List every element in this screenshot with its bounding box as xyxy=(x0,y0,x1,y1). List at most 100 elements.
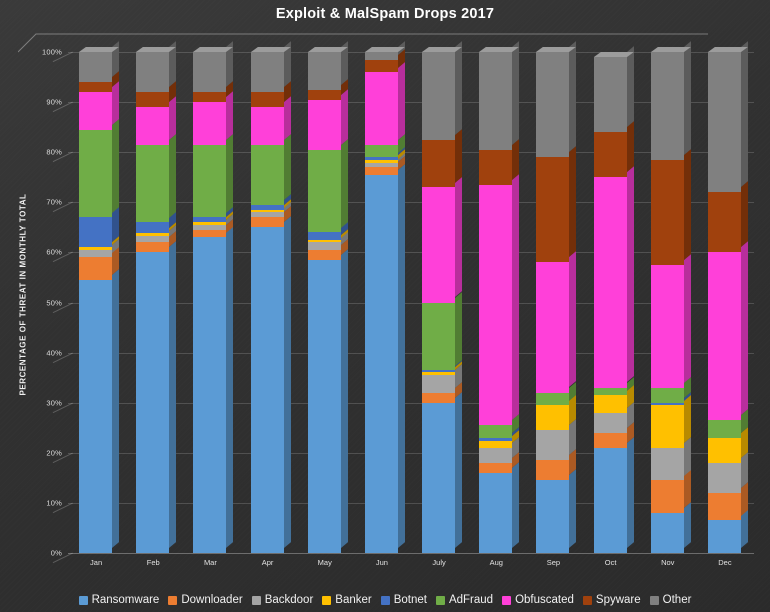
bar-segment-banker[interactable] xyxy=(536,394,577,431)
bar-segment-spyware[interactable] xyxy=(422,128,463,188)
bar-segment-botnet[interactable] xyxy=(250,193,291,210)
bar-segment-banker[interactable] xyxy=(479,429,520,448)
bar-segment-downloader[interactable] xyxy=(79,246,120,280)
bar-segment-botnet[interactable] xyxy=(364,146,405,160)
stacked-bar[interactable] xyxy=(250,41,291,553)
bar-segment-downloader[interactable] xyxy=(707,482,748,521)
bar-segment-ransomware[interactable] xyxy=(364,163,405,553)
bar-segment-banker[interactable] xyxy=(307,229,348,243)
stacked-bar[interactable] xyxy=(193,41,234,553)
bar-segment-downloader[interactable] xyxy=(650,469,691,513)
stacked-bar[interactable] xyxy=(79,41,120,553)
bar-segment-botnet[interactable] xyxy=(479,426,520,441)
bar-segment-spyware[interactable] xyxy=(593,121,634,178)
bar-segment-downloader[interactable] xyxy=(364,156,405,175)
bar-segment-other[interactable] xyxy=(593,46,634,133)
legend-item-other[interactable]: Other xyxy=(649,594,691,606)
bar-segment-other[interactable] xyxy=(479,41,520,150)
bar-segment-banker[interactable] xyxy=(422,361,463,376)
bar-segment-adfraud[interactable] xyxy=(79,118,120,218)
bar-group-dec[interactable]: Dec xyxy=(707,41,748,567)
bar-segment-botnet[interactable] xyxy=(650,391,691,406)
bar-group-jun[interactable]: Jun xyxy=(364,41,405,567)
bar-segment-adfraud[interactable] xyxy=(650,376,691,403)
stacked-bar[interactable] xyxy=(136,41,177,553)
bar-segment-other[interactable] xyxy=(307,41,348,90)
bar-group-apr[interactable]: Apr xyxy=(250,41,291,567)
bar-segment-botnet[interactable] xyxy=(79,206,120,248)
bar-segment-botnet[interactable] xyxy=(193,206,234,223)
bar-segment-banker[interactable] xyxy=(193,211,234,225)
bar-segment-obfuscated[interactable] xyxy=(364,61,405,145)
bar-segment-other[interactable] xyxy=(250,41,291,93)
bar-group-oct[interactable]: Oct xyxy=(593,46,634,567)
bar-segment-downloader[interactable] xyxy=(422,381,463,403)
bar-segment-botnet[interactable] xyxy=(422,359,463,373)
bar-segment-banker[interactable] xyxy=(364,148,405,164)
stacked-bar[interactable] xyxy=(536,41,577,553)
bar-segment-banker[interactable] xyxy=(593,384,634,413)
bar-segment-adfraud[interactable] xyxy=(479,414,520,438)
bar-segment-obfuscated[interactable] xyxy=(79,81,120,130)
legend-item-downloader[interactable]: Downloader xyxy=(168,594,243,606)
bar-segment-backdoor[interactable] xyxy=(136,225,177,243)
bar-segment-ransomware[interactable] xyxy=(650,502,691,553)
bar-segment-obfuscated[interactable] xyxy=(307,88,348,150)
bar-segment-ransomware[interactable] xyxy=(136,241,177,553)
bar-segment-backdoor[interactable] xyxy=(250,201,291,218)
bar-segment-other[interactable] xyxy=(707,41,748,193)
bar-segment-adfraud[interactable] xyxy=(422,291,463,371)
bar-group-july[interactable]: July xyxy=(422,41,463,567)
bar-segment-adfraud[interactable] xyxy=(364,133,405,158)
stacked-bar[interactable] xyxy=(650,41,691,553)
bar-group-nov[interactable]: Nov xyxy=(650,41,691,567)
legend-item-ransomware[interactable]: Ransomware xyxy=(78,594,159,606)
bar-segment-ransomware[interactable] xyxy=(193,226,234,553)
bar-segment-banker[interactable] xyxy=(136,222,177,237)
bar-group-feb[interactable]: Feb xyxy=(136,41,177,567)
bar-segment-backdoor[interactable] xyxy=(536,419,577,461)
bar-segment-banker[interactable] xyxy=(79,236,120,250)
bar-group-sep[interactable]: Sep xyxy=(536,41,577,567)
bar-segment-ransomware[interactable] xyxy=(422,391,463,553)
bar-segment-other[interactable] xyxy=(136,41,177,93)
bar-segment-downloader[interactable] xyxy=(250,206,291,228)
bar-segment-spyware[interactable] xyxy=(250,81,291,108)
stacked-bar[interactable] xyxy=(364,41,405,553)
stacked-bar[interactable] xyxy=(707,41,748,553)
stacked-bar[interactable] xyxy=(422,41,463,553)
bar-segment-ransomware[interactable] xyxy=(250,216,291,553)
bar-segment-downloader[interactable] xyxy=(593,421,634,448)
stacked-bar[interactable] xyxy=(479,41,520,553)
bar-segment-obfuscated[interactable] xyxy=(136,96,177,145)
legend-item-obfuscated[interactable]: Obfuscated xyxy=(502,594,574,606)
bar-segment-botnet[interactable] xyxy=(136,211,177,234)
bar-group-mar[interactable]: Mar xyxy=(193,41,234,567)
bar-segment-banker[interactable] xyxy=(250,198,291,213)
bar-segment-adfraud[interactable] xyxy=(136,133,177,223)
bar-segment-botnet[interactable] xyxy=(307,221,348,240)
bar-segment-obfuscated[interactable] xyxy=(422,176,463,303)
bar-segment-spyware[interactable] xyxy=(650,148,691,265)
bar-group-may[interactable]: May xyxy=(307,41,348,567)
bar-segment-adfraud[interactable] xyxy=(250,133,291,205)
bar-segment-other[interactable] xyxy=(422,41,463,140)
bar-segment-ransomware[interactable] xyxy=(307,249,348,553)
bar-segment-obfuscated[interactable] xyxy=(650,254,691,388)
bar-segment-other[interactable] xyxy=(79,41,120,83)
legend-item-adfraud[interactable]: AdFraud xyxy=(435,594,493,606)
bar-segment-backdoor[interactable] xyxy=(307,231,348,250)
bar-group-aug[interactable]: Aug xyxy=(479,41,520,567)
bar-segment-ransomware[interactable] xyxy=(479,461,520,553)
bar-segment-adfraud[interactable] xyxy=(593,376,634,396)
bar-segment-downloader[interactable] xyxy=(136,231,177,253)
bar-segment-obfuscated[interactable] xyxy=(193,91,234,145)
legend-item-botnet[interactable]: Botnet xyxy=(380,594,427,606)
bar-segment-backdoor[interactable] xyxy=(479,436,520,463)
bar-segment-obfuscated[interactable] xyxy=(536,251,577,393)
bar-segment-backdoor[interactable] xyxy=(364,152,405,168)
bar-segment-adfraud[interactable] xyxy=(193,133,234,218)
bar-segment-other[interactable] xyxy=(536,41,577,158)
bar-segment-backdoor[interactable] xyxy=(193,213,234,230)
bar-segment-banker[interactable] xyxy=(650,394,691,448)
